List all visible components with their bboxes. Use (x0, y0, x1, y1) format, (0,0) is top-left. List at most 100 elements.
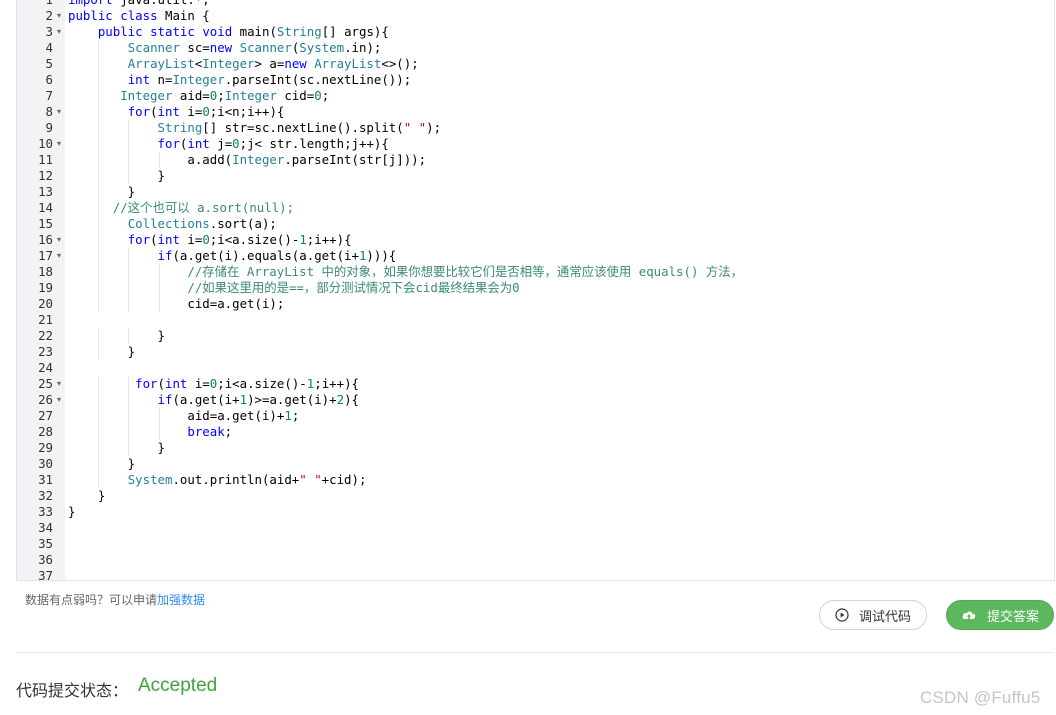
code-line[interactable]: 33} (17, 504, 1054, 520)
line-number: 12 (38, 168, 53, 183)
code-line[interactable]: 8 ▾ for(int i=0;i<n;i++){ (17, 104, 1054, 120)
code-line[interactable]: 25 ▾ for(int i=0;i<a.size()-1;i++){ (17, 376, 1054, 392)
line-number: 3 (45, 24, 53, 39)
code-line[interactable]: 3 ▾ public static void main(String[] args… (17, 24, 1054, 40)
line-number: 24 (38, 360, 53, 375)
code-line[interactable]: 2 ▾ public class Main { (17, 8, 1054, 24)
code-text: for(int j=0;j< str.length;j++){ (157, 136, 389, 151)
data-hint: 数据有点弱吗？可以申请加强数据 (25, 591, 205, 608)
submission-status-label: 代码提交状态： (16, 683, 129, 700)
code-text: } (68, 456, 136, 471)
code-text: String[] str=sc.nextLine().split(" "); (157, 120, 442, 135)
code-line[interactable]: 34 (17, 520, 1054, 536)
code-text: } (68, 504, 76, 519)
watermark: CSDN @Fuffu5 (920, 688, 1041, 707)
code-line[interactable]: 18 //存储在 ArrayList 中的对象，如果你想要比较它们是否相等，通常… (17, 264, 1054, 280)
line-number: 8 (45, 104, 53, 119)
code-line[interactable]: 36 (17, 552, 1054, 568)
fold-arrow-icon[interactable]: ▾ (55, 248, 63, 264)
line-number: 10 (38, 136, 53, 151)
line-number: 30 (38, 456, 53, 471)
line-number: 31 (38, 472, 53, 487)
code-line[interactable]: 5 ArrayList<Integer> a=new ArrayList<>()… (17, 56, 1054, 72)
submit-answer-button[interactable]: 提交答案 (946, 600, 1054, 630)
code-text: public static void main(String[] args){ (97, 24, 389, 39)
debug-code-button[interactable]: 调试代码 (819, 600, 927, 630)
code-editor[interactable]: 1 import java.util.*;2▾public class Main … (16, 0, 1055, 581)
code-line[interactable]: 9 String[] str=sc.nextLine().split(" "); (17, 120, 1054, 136)
line-number: 14 (38, 200, 53, 215)
code-line[interactable]: 10 ▾ for(int j=0;j< str.length;j++){ (17, 136, 1054, 152)
line-number: 16 (38, 232, 53, 247)
fold-arrow-icon[interactable]: ▾ (55, 8, 63, 24)
fold-arrow-icon[interactable]: ▾ (55, 24, 63, 40)
code-line[interactable]: 19 //如果这里用的是==，部分测试情况下会cid最终结果会为0 (17, 280, 1054, 296)
line-number: 13 (38, 184, 53, 199)
code-text: ArrayList<Integer> a=new ArrayList<>(); (127, 56, 419, 71)
code-line[interactable]: 32 } (17, 488, 1054, 504)
fold-arrow-icon[interactable]: ▾ (55, 232, 63, 248)
fold-arrow-icon[interactable]: ▾ (55, 104, 63, 120)
code-line[interactable]: 26 ▾ if(a.get(i+1)>=a.get(i)+2){ (17, 392, 1054, 408)
line-number: 7 (45, 88, 53, 103)
code-line[interactable]: 1 import java.util.*; (17, 0, 1054, 8)
line-number: 6 (45, 72, 53, 87)
line-number: 29 (38, 440, 53, 455)
code-text: //存储在 ArrayList 中的对象，如果你想要比较它们是否相等，通常应该使… (187, 264, 744, 279)
code-line[interactable]: 22 } (17, 328, 1054, 344)
line-number: 37 (38, 568, 53, 581)
code-line[interactable]: 23 } (17, 344, 1054, 360)
code-line[interactable]: 21 (17, 312, 1054, 328)
code-text: Collections.sort(a); (127, 216, 277, 231)
code-line[interactable]: 29 } (17, 440, 1054, 456)
line-number: 1 (17, 0, 53, 8)
code-line[interactable]: 31 System.out.println(aid+" "+cid); (17, 472, 1054, 488)
line-number: 26 (38, 392, 53, 407)
code-line[interactable]: 15 Collections.sort(a); (17, 216, 1054, 232)
line-number: 11 (38, 152, 53, 167)
code-text: } (68, 184, 136, 199)
line-number: 20 (38, 296, 53, 311)
line-number: 17 (38, 248, 53, 263)
code-line[interactable]: 4 Scanner sc=new Scanner(System.in); (17, 40, 1054, 56)
code-line[interactable]: 30 } (17, 456, 1054, 472)
code-line[interactable]: 11 a.add(Integer.parseInt(str[j])); (17, 152, 1054, 168)
fold-arrow-icon[interactable]: ▾ (55, 376, 63, 392)
code-line[interactable]: 16 ▾ for(int i=0;i<a.size()-1;i++){ (17, 232, 1054, 248)
submission-status-value: Accepted (138, 675, 218, 696)
code-line[interactable]: 20 cid=a.get(i); (17, 296, 1054, 312)
code-line[interactable]: 14 //这个也可以 a.sort(null); (17, 200, 1054, 216)
submit-answer-label: 提交答案 (986, 608, 1039, 624)
debug-code-label: 调试代码 (858, 608, 911, 624)
strengthen-data-link[interactable]: 加强数据 (157, 593, 205, 607)
code-text: Scanner sc=new Scanner(System.in); (127, 40, 382, 55)
code-text: for(int i=0;i<a.size()-1;i++){ (127, 232, 352, 247)
line-number: 19 (38, 280, 53, 295)
code-line[interactable]: 13 } (17, 184, 1054, 200)
code-text: for(int i=0;i<a.size()-1;i++){ (135, 376, 360, 391)
fold-arrow-icon[interactable]: ▾ (55, 392, 63, 408)
line-number: 32 (38, 488, 53, 503)
code-text: } (68, 328, 165, 343)
code-text: for(int i=0;i<n;i++){ (127, 104, 285, 119)
code-line[interactable]: 24 (17, 360, 1054, 376)
divider (16, 652, 1053, 653)
code-line[interactable]: 27 aid=a.get(i)+1; (17, 408, 1054, 424)
fold-arrow-icon[interactable]: ▾ (55, 136, 63, 152)
code-line[interactable]: 6 int n=Integer.parseInt(sc.nextLine()); (17, 72, 1054, 88)
code-text: cid=a.get(i); (68, 296, 285, 311)
code-text: import java.util.*; (68, 0, 210, 8)
code-line[interactable]: 17 ▾ if(a.get(i).equals(a.get(i+1))){ (17, 248, 1054, 264)
code-text: int n=Integer.parseInt(sc.nextLine()); (127, 72, 412, 87)
line-number: 15 (38, 216, 53, 231)
play-circle-icon (835, 608, 849, 622)
code-text: } (68, 344, 136, 359)
code-line[interactable]: 7 Integer aid=0;Integer cid=0; (17, 88, 1054, 104)
code-line[interactable]: 28 break; (17, 424, 1054, 440)
code-text: //这个也可以 a.sort(null); (112, 200, 295, 215)
code-line[interactable]: 12 } (17, 168, 1054, 184)
code-line[interactable]: 35 (17, 536, 1054, 552)
line-number: 2 (45, 8, 53, 23)
code-line[interactable]: 37 (17, 568, 1054, 581)
code-text: a.add(Integer.parseInt(str[j])); (68, 152, 427, 167)
